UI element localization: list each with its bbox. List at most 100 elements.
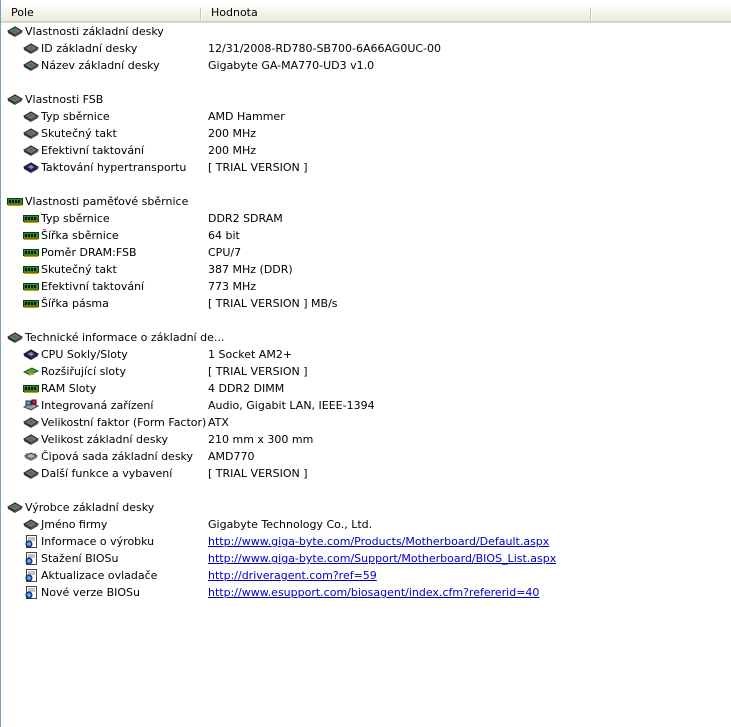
property-value: [ TRIAL VERSION ] MB/s — [208, 297, 338, 310]
spacer-row — [1, 176, 731, 193]
property-value: [ TRIAL VERSION ] — [208, 365, 308, 378]
property-value: 12/31/2008-RD780-SB700-6A66AG0UC-00 — [208, 42, 442, 55]
property-label: Čipová sada základní desky — [41, 450, 194, 463]
property-row-rozsirujici-sloty[interactable]: Rozšiřující sloty [ TRIAL VERSION ] — [1, 363, 731, 380]
category-label: Vlastnosti paměťové sběrnice — [25, 195, 189, 208]
web-page-icon — [23, 586, 39, 599]
property-label: Rozšiřující sloty — [41, 365, 126, 378]
property-label: Jméno firmy — [41, 518, 108, 531]
property-value: 1 Socket AM2+ — [208, 348, 293, 361]
motherboard-icon — [7, 331, 23, 344]
column-divider[interactable] — [590, 8, 591, 20]
category-label: Technické informace o základní de... — [25, 331, 225, 344]
property-label: Šířka sběrnice — [41, 229, 119, 242]
devices-icon — [23, 399, 39, 412]
memory-icon — [23, 297, 39, 310]
property-row-dalsi-funkce-a-vybaveni[interactable]: Další funkce a vybavení [ TRIAL VERSION ] — [1, 465, 731, 482]
motherboard-icon — [23, 144, 39, 157]
property-row-skutecny-takt[interactable]: Skutečný takt 387 MHz (DDR) — [1, 261, 731, 278]
property-row-integrovana-zarizeni[interactable]: Integrovaná zařízení Audio, Gigabit LAN, … — [1, 397, 731, 414]
property-label: Šířka pásma — [41, 297, 109, 310]
chipset-icon — [23, 450, 39, 463]
category-row-vlastnosti-pametove-sbernice[interactable]: Vlastnosti paměťové sběrnice — [1, 193, 731, 210]
property-row-velikost-zakladni-desky[interactable]: Velikost základní desky 210 mm x 300 mm — [1, 431, 731, 448]
property-value: Gigabyte GA-MA770-UD3 v1.0 — [208, 59, 375, 72]
motherboard-icon — [23, 42, 39, 55]
category-row-vlastnosti-fsb[interactable]: Vlastnosti FSB — [1, 91, 731, 108]
motherboard-icon — [7, 25, 23, 38]
property-label: Nové verze BIOSu — [41, 586, 140, 599]
memory-icon — [23, 246, 39, 259]
property-label: Další funkce a vybavení — [41, 467, 173, 480]
property-row-sirka-sbernice[interactable]: Šířka sběrnice 64 bit — [1, 227, 731, 244]
property-value: 4 DDR2 DIMM — [208, 382, 285, 395]
motherboard-icon — [23, 59, 39, 72]
property-row-informace-o-vyrobku[interactable]: Informace o výrobku http://www.giga-byte.… — [1, 533, 731, 550]
memory-icon — [23, 280, 39, 293]
property-row-nazev-zakladni-desky[interactable]: Název základní desky Gigabyte GA-MA770-UD… — [1, 57, 731, 74]
property-row-velikostni-faktor-form-factor[interactable]: Velikostní faktor (Form Factor) ATX — [1, 414, 731, 431]
property-value: 387 MHz (DDR) — [208, 263, 293, 276]
property-link[interactable]: http://www.esupport.com/biosagent/index.… — [208, 584, 539, 601]
property-value: [ TRIAL VERSION ] — [208, 161, 308, 174]
property-link[interactable]: http://driveragent.com?ref=59 — [208, 567, 377, 584]
property-link[interactable]: http://www.giga-byte.com/Products/Mother… — [208, 533, 549, 550]
motherboard-icon — [23, 467, 39, 480]
category-row-vyrobce-zakladni-desky[interactable]: Výrobce základní desky — [1, 499, 731, 516]
property-label: Efektivní taktování — [41, 280, 145, 293]
property-row-efektivni-taktovani[interactable]: Efektivní taktování 200 MHz — [1, 142, 731, 159]
category-row-technicke-informace-o-zakladni-de[interactable]: Technické informace o základní de... — [1, 329, 731, 346]
property-row-aktualizace-ovladace[interactable]: Aktualizace ovladače http://driveragent.c… — [1, 567, 731, 584]
property-row-typ-sbernice[interactable]: Typ sběrnice AMD Hammer — [1, 108, 731, 125]
property-label: Velikostní faktor (Form Factor) — [41, 416, 207, 429]
spacer-row — [1, 482, 731, 499]
property-value: AMD770 — [208, 450, 255, 463]
property-value: 200 MHz — [208, 127, 257, 140]
motherboard-icon — [23, 518, 39, 531]
property-row-taktovani-hypertransportu[interactable]: Taktování hypertransportu [ TRIAL VERSION… — [1, 159, 731, 176]
property-row-typ-sbernice[interactable]: Typ sběrnice DDR2 SDRAM — [1, 210, 731, 227]
property-value: 773 MHz — [208, 280, 257, 293]
property-row-skutecny-takt[interactable]: Skutečný takt 200 MHz — [1, 125, 731, 142]
column-header-field[interactable]: Pole — [1, 5, 200, 21]
column-header: Pole Hodnota — [1, 5, 731, 23]
property-row-pomer-dram-fsb[interactable]: Poměr DRAM:FSB CPU/7 — [1, 244, 731, 261]
motherboard-icon — [7, 93, 23, 106]
property-row-cpu-sokly-sloty[interactable]: CPU Sokly/Sloty 1 Socket AM2+ — [1, 346, 731, 363]
property-row-cipova-sada-zakladni-desky[interactable]: Čipová sada základní desky AMD770 — [1, 448, 731, 465]
property-row-sirka-pasma[interactable]: Šířka pásma [ TRIAL VERSION ] MB/s — [1, 295, 731, 312]
motherboard-icon — [23, 416, 39, 429]
property-label: Typ sběrnice — [41, 212, 110, 225]
category-label: Vlastnosti základní desky — [25, 25, 164, 38]
property-label: Stažení BIOSu — [41, 552, 119, 565]
property-row-ram-sloty[interactable]: RAM Sloty 4 DDR2 DIMM — [1, 380, 731, 397]
property-label: Informace o výrobku — [41, 535, 155, 548]
property-row-id-zakladni-desky[interactable]: ID základní desky 12/31/2008-RD780-SB700-… — [1, 40, 731, 57]
property-value: 64 bit — [208, 229, 240, 242]
property-value: 210 mm x 300 mm — [208, 433, 314, 446]
property-value: [ TRIAL VERSION ] — [208, 467, 308, 480]
property-label: Typ sběrnice — [41, 110, 110, 123]
category-row-vlastnosti-zakladni-desky[interactable]: Vlastnosti základní desky — [1, 23, 731, 40]
property-row-jmeno-firmy[interactable]: Jméno firmy Gigabyte Technology Co., Ltd. — [1, 516, 731, 533]
property-link[interactable]: http://www.giga-byte.com/Support/Motherb… — [208, 550, 556, 567]
property-label: Poměr DRAM:FSB — [41, 246, 137, 259]
property-label: Skutečný takt — [41, 263, 117, 276]
property-label: ID základní desky — [41, 42, 138, 55]
memory-icon — [23, 382, 39, 395]
property-value: Audio, Gigabit LAN, IEEE-1394 — [208, 399, 375, 412]
column-header-value[interactable]: Hodnota — [201, 5, 591, 21]
web-page-icon — [23, 569, 39, 582]
memory-icon — [23, 212, 39, 225]
motherboard-icon — [7, 501, 23, 514]
property-row-stazeni-biosu[interactable]: Stažení BIOSu http://www.giga-byte.com/Su… — [1, 550, 731, 567]
details-list: Vlastnosti základní desky ID základní des… — [1, 23, 731, 601]
property-value: AMD Hammer — [208, 110, 285, 123]
spacer-row — [1, 74, 731, 91]
expansion-card-icon — [23, 365, 39, 378]
property-value: ATX — [208, 416, 229, 429]
property-label: RAM Sloty — [41, 382, 97, 395]
property-row-nove-verze-biosu[interactable]: Nové verze BIOSu http://www.esupport.com/… — [1, 584, 731, 601]
property-row-efektivni-taktovani[interactable]: Efektivní taktování 773 MHz — [1, 278, 731, 295]
property-label: Integrovaná zařízení — [41, 399, 154, 412]
